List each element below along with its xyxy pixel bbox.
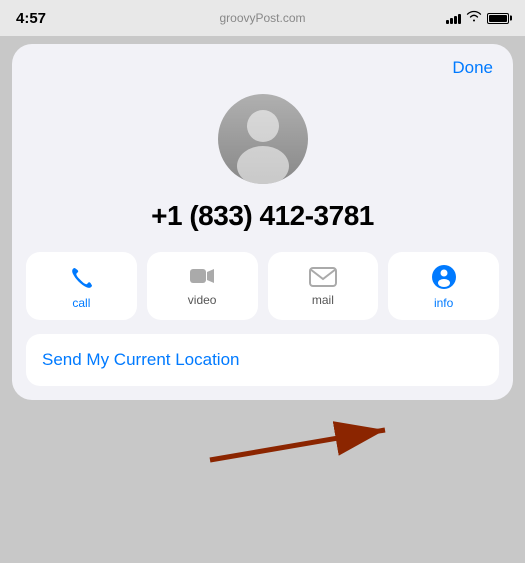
send-location-button[interactable]: Send My Current Location [26, 334, 499, 386]
mail-icon [309, 267, 337, 287]
mail-button[interactable]: mail [268, 252, 379, 320]
person-circle-icon [431, 264, 457, 290]
status-icons [446, 9, 509, 27]
battery-icon [487, 13, 509, 24]
status-website: groovyPost.com [219, 11, 305, 25]
call-label: call [72, 296, 90, 310]
done-button[interactable]: Done [452, 58, 493, 78]
avatar-section [12, 84, 513, 200]
info-label: info [434, 296, 453, 310]
info-button[interactable]: info [388, 252, 499, 320]
video-label: video [188, 293, 217, 307]
video-icon [189, 267, 215, 287]
mail-label: mail [312, 293, 334, 307]
status-time: 4:57 [16, 10, 46, 27]
phone-number: +1 (833) 412-3781 [12, 200, 513, 252]
avatar [218, 94, 308, 184]
done-row: Done [12, 44, 513, 84]
send-location-label: Send My Current Location [42, 350, 240, 369]
contact-card: Done +1 (833) 412-3781 call [12, 44, 513, 400]
wifi-icon [466, 9, 482, 27]
call-button[interactable]: call [26, 252, 137, 320]
phone-icon [68, 264, 94, 290]
signal-icon [446, 12, 461, 24]
video-button[interactable]: video [147, 252, 258, 320]
actions-row: call video mail info [12, 252, 513, 334]
status-bar: 4:57 groovyPost.com [0, 0, 525, 36]
person-silhouette [218, 94, 308, 184]
